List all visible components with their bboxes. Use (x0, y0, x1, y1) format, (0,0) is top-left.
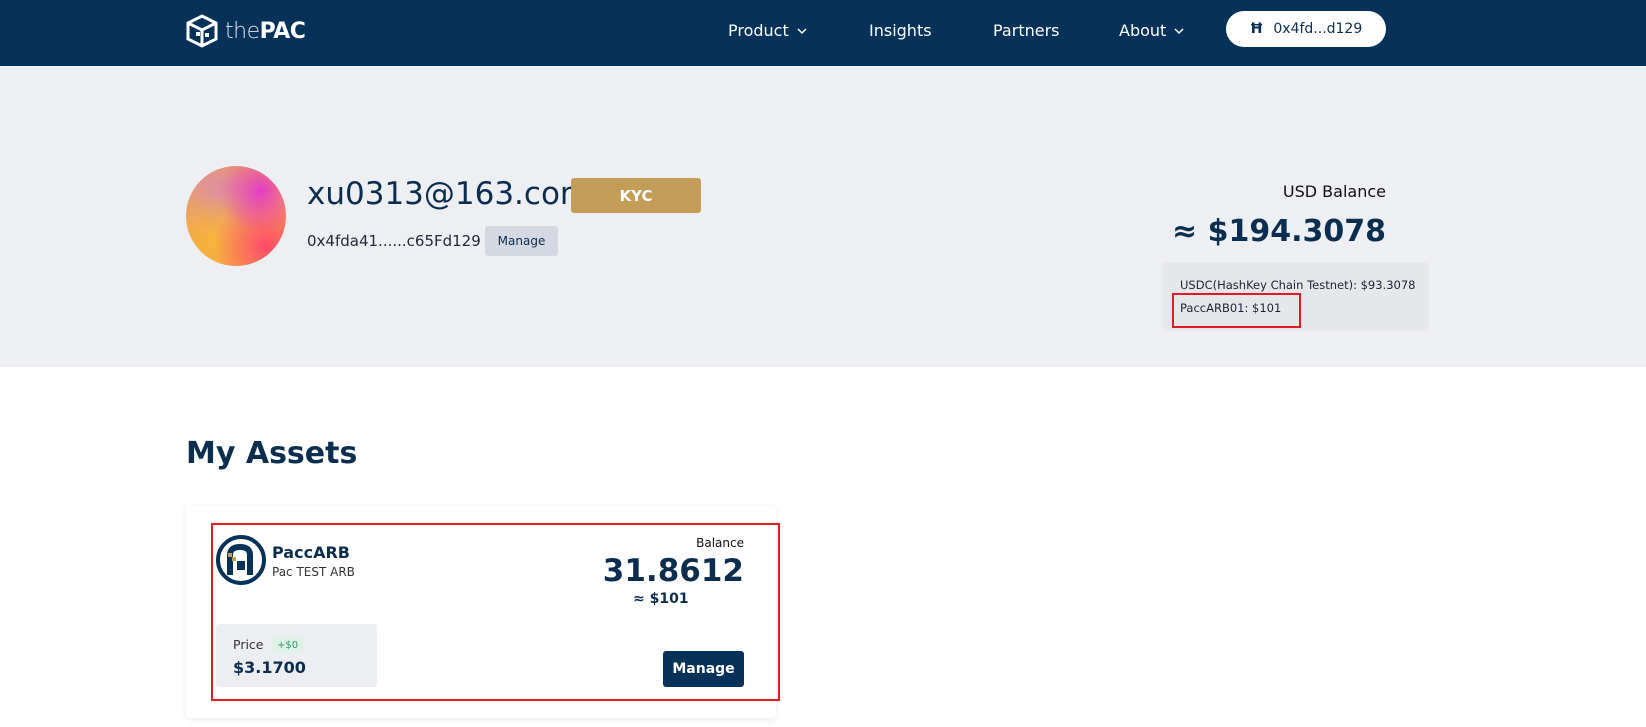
wallet-address-button[interactable]: Ħ 0x4fd...d129 (1226, 11, 1386, 47)
cube-logo-icon (186, 14, 218, 48)
nav-partners-label: Partners (993, 21, 1060, 40)
chevron-down-icon (797, 27, 807, 34)
logo-prefix: the (225, 18, 260, 44)
usd-balance-label: USD Balance (1282, 182, 1386, 201)
manage-wallet-button[interactable]: Manage (485, 226, 558, 256)
thepac-logo[interactable]: thePAC (185, 14, 306, 48)
avatar (186, 166, 286, 266)
hashkey-icon: Ħ (1249, 21, 1264, 37)
nav-product[interactable]: Product (728, 21, 807, 40)
top-navigation-bar: thePAC Product Insights Partners About Ħ… (0, 0, 1646, 66)
wallet-address: 0x4fd...d129 (1273, 21, 1363, 37)
logo-brand: PAC (259, 18, 306, 44)
nav-partners[interactable]: Partners (993, 21, 1059, 40)
nav-about-label: About (1119, 21, 1167, 40)
chevron-down-icon (1174, 27, 1184, 34)
breakdown-usdc: USDC(HashKey Chain Testnet): $93.3078 (1180, 278, 1416, 292)
nav-insights[interactable]: Insights (869, 21, 932, 40)
profile-email: xu0313@163.com (307, 176, 591, 212)
my-assets-heading: My Assets (186, 436, 358, 471)
usd-balance-value: ≈ $194.3078 (1172, 214, 1386, 249)
nav-insights-label: Insights (869, 21, 932, 40)
highlight-box-asset-card (211, 523, 780, 701)
kyc-button[interactable]: KYC (571, 178, 701, 213)
nav-product-label: Product (728, 21, 789, 40)
logo-wordmark: thePAC (225, 18, 306, 44)
profile-wallet-address: 0x4fda41......c65Fd129 (307, 232, 481, 250)
nav-about[interactable]: About (1119, 21, 1184, 40)
highlight-box-breakdown (1172, 293, 1301, 328)
